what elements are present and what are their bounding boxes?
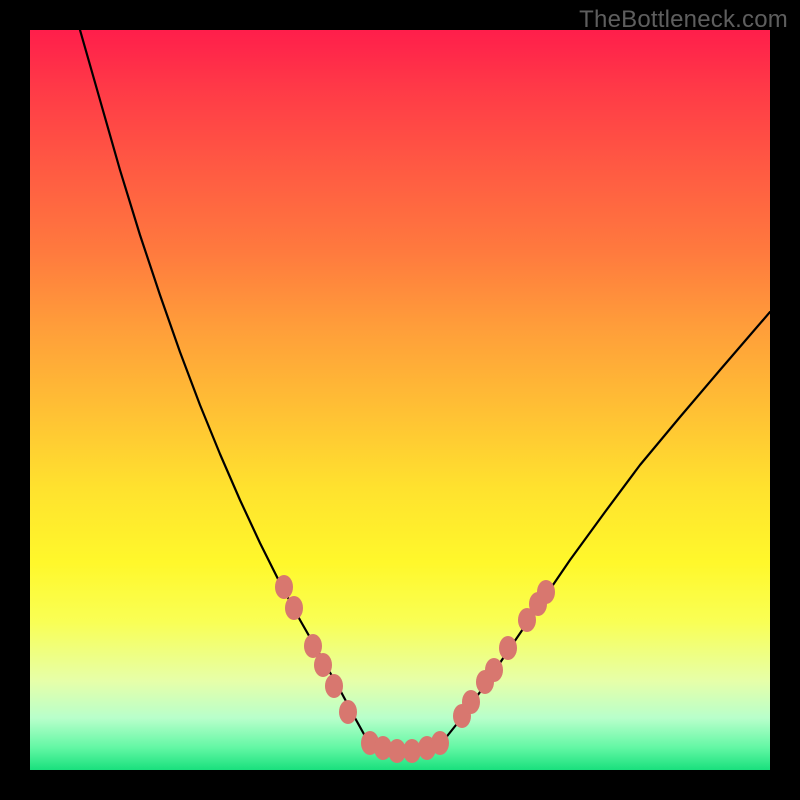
data-marker (485, 658, 503, 682)
data-marker (499, 636, 517, 660)
bottleneck-curve (30, 30, 770, 770)
data-marker (431, 731, 449, 755)
data-marker (325, 674, 343, 698)
data-marker (339, 700, 357, 724)
chart-frame: TheBottleneck.com (0, 0, 800, 800)
data-marker (537, 580, 555, 604)
data-marker (285, 596, 303, 620)
plot-area (30, 30, 770, 770)
data-marker (314, 653, 332, 677)
data-marker (462, 690, 480, 714)
curve-path (80, 30, 770, 752)
data-marker (275, 575, 293, 599)
